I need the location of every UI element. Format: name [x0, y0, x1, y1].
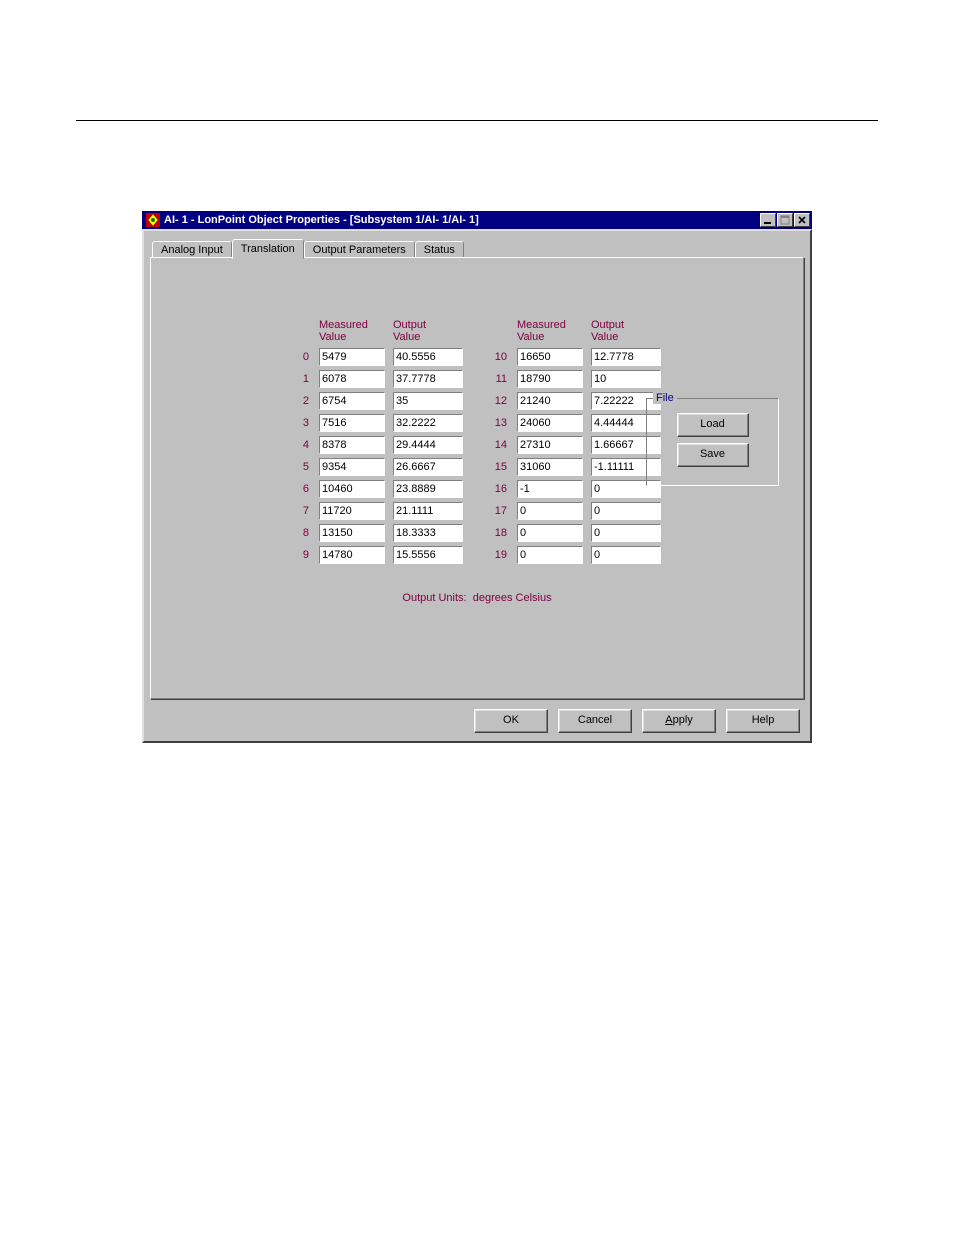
tab-status[interactable]: Status: [415, 241, 464, 258]
row-index: 0: [293, 351, 311, 363]
header-measured: MeasuredValue: [517, 319, 583, 343]
row-index: 3: [293, 417, 311, 429]
output-units-value: degrees Celsius: [473, 592, 552, 604]
output-input[interactable]: [393, 458, 463, 476]
measured-input[interactable]: [517, 370, 583, 388]
measured-input[interactable]: [517, 414, 583, 432]
app-icon: [146, 213, 160, 227]
minimize-button[interactable]: [760, 213, 776, 227]
measured-input[interactable]: [319, 458, 385, 476]
page-divider: [76, 120, 878, 121]
measured-input[interactable]: [517, 348, 583, 366]
title-bar[interactable]: AI- 1 - LonPoint Object Properties - [Su…: [142, 211, 812, 229]
apply-button[interactable]: Apply: [642, 709, 716, 733]
load-button[interactable]: Load: [677, 413, 749, 437]
dialog-client-area: Analog Input Translation Output Paramete…: [142, 229, 812, 743]
measured-input[interactable]: [517, 480, 583, 498]
row-index: 11: [491, 373, 509, 385]
close-button[interactable]: [794, 213, 810, 227]
maximize-button[interactable]: [777, 213, 793, 227]
output-input[interactable]: [393, 502, 463, 520]
measured-input[interactable]: [319, 546, 385, 564]
output-input[interactable]: [393, 524, 463, 542]
row-index: 18: [491, 527, 509, 539]
header-measured: MeasuredValue: [319, 319, 385, 343]
tab-output-parameters[interactable]: Output Parameters: [304, 241, 415, 258]
row-index: 14: [491, 439, 509, 451]
output-input[interactable]: [393, 392, 463, 410]
measured-input[interactable]: [319, 524, 385, 542]
output-input[interactable]: [393, 436, 463, 454]
header-output: OutputValue: [393, 319, 463, 343]
row-index: 7: [293, 505, 311, 517]
save-button[interactable]: Save: [677, 443, 749, 467]
cancel-button[interactable]: Cancel: [558, 709, 632, 733]
output-input[interactable]: [591, 502, 661, 520]
measured-input[interactable]: [517, 546, 583, 564]
measured-input[interactable]: [517, 392, 583, 410]
column-right: MeasuredValue OutputValue 10 11 12 13: [491, 318, 661, 564]
file-group: Load Save: [646, 398, 779, 486]
dialog-buttons: OK Cancel Apply Help: [150, 709, 804, 733]
tab-pane-translation: MeasuredValue OutputValue 0 1 2 3: [150, 257, 804, 699]
tab-translation[interactable]: Translation: [232, 239, 304, 259]
output-units: Output Units: degrees Celsius: [163, 592, 791, 604]
row-index: 8: [293, 527, 311, 539]
row-index: 16: [491, 483, 509, 495]
tab-analog-input[interactable]: Analog Input: [152, 241, 232, 258]
row-index: 2: [293, 395, 311, 407]
column-left: MeasuredValue OutputValue 0 1 2 3: [293, 318, 463, 564]
row-index: 9: [293, 549, 311, 561]
row-index: 15: [491, 461, 509, 473]
measured-input[interactable]: [517, 458, 583, 476]
output-input[interactable]: [393, 480, 463, 498]
row-index: 13: [491, 417, 509, 429]
output-input[interactable]: [591, 370, 661, 388]
measured-input[interactable]: [319, 348, 385, 366]
row-index: 10: [491, 351, 509, 363]
window-controls: [760, 211, 812, 229]
row-index: 4: [293, 439, 311, 451]
row-index: 17: [491, 505, 509, 517]
output-input[interactable]: [393, 414, 463, 432]
output-input[interactable]: [393, 370, 463, 388]
measured-input[interactable]: [319, 502, 385, 520]
output-input[interactable]: [591, 524, 661, 542]
window-title: AI- 1 - LonPoint Object Properties - [Su…: [164, 214, 760, 226]
measured-input[interactable]: [517, 502, 583, 520]
ok-button[interactable]: OK: [474, 709, 548, 733]
measured-input[interactable]: [319, 480, 385, 498]
measured-input[interactable]: [517, 436, 583, 454]
tab-strip: Analog Input Translation Output Paramete…: [152, 237, 804, 257]
row-index: 1: [293, 373, 311, 385]
output-input[interactable]: [393, 546, 463, 564]
row-index: 12: [491, 395, 509, 407]
row-index: 5: [293, 461, 311, 473]
measured-input[interactable]: [517, 524, 583, 542]
measured-input[interactable]: [319, 414, 385, 432]
row-index: 6: [293, 483, 311, 495]
row-index: 19: [491, 549, 509, 561]
measured-input[interactable]: [319, 392, 385, 410]
output-input[interactable]: [393, 348, 463, 366]
help-button[interactable]: Help: [726, 709, 800, 733]
dialog-window: AI- 1 - LonPoint Object Properties - [Su…: [142, 211, 812, 743]
header-output: OutputValue: [591, 319, 661, 343]
output-input[interactable]: [591, 348, 661, 366]
measured-input[interactable]: [319, 436, 385, 454]
output-units-label: Output Units:: [402, 592, 466, 604]
measured-input[interactable]: [319, 370, 385, 388]
output-input[interactable]: [591, 546, 661, 564]
